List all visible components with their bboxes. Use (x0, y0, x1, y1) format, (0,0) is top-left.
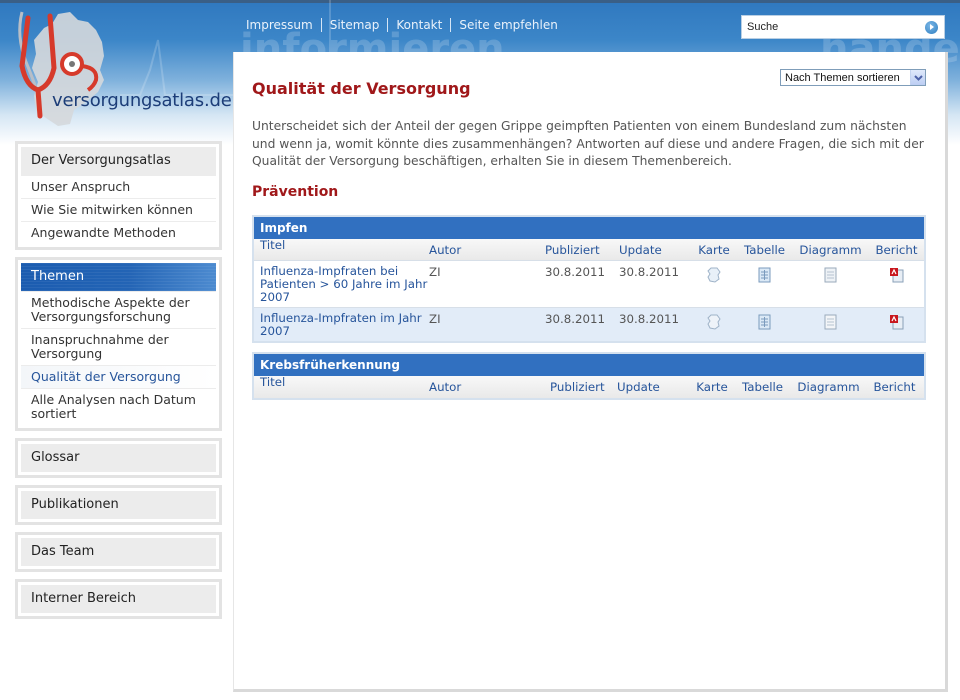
pdf-report-icon[interactable] (889, 267, 904, 286)
sidebar-item-unser-anspruch[interactable]: Unser Anspruch (21, 175, 216, 198)
germany-map-stethoscope-icon (18, 11, 104, 126)
col-titel[interactable]: Titel (254, 376, 429, 398)
table-row: Influenza-Impfraten im Jahr 2007 ZI 30.8… (254, 308, 924, 341)
logo-text: versorgungsatlas.de (52, 90, 232, 111)
nav-sitemap[interactable]: Sitemap (320, 18, 388, 32)
sidebar-box-glossar: Glossar (15, 438, 222, 478)
col-bericht: Bericht (873, 380, 916, 394)
sidebar: Der Versorgungsatlas Unser Anspruch Wie … (15, 141, 222, 626)
col-diagramm: Diagramm (799, 243, 862, 257)
chart-document-icon[interactable] (824, 267, 837, 286)
sidebar-box-intern: Interner Bereich (15, 579, 222, 619)
table-column-headers: Titel Autor Publiziert Update Karte Tabe… (254, 376, 924, 398)
col-karte: Karte (698, 243, 730, 257)
col-tabelle: Tabelle (743, 243, 786, 257)
search-submit-icon[interactable] (925, 20, 938, 34)
search-box (741, 15, 945, 39)
chart-document-icon[interactable] (824, 314, 837, 333)
col-autor[interactable]: Autor (429, 376, 546, 398)
main-content: Nach Themen sortieren Qualität der Verso… (233, 52, 948, 692)
table-heading: Krebsfrüherkennung (254, 354, 924, 376)
table-heading: Impfen (254, 217, 924, 239)
col-update[interactable]: Update (617, 376, 689, 398)
row-title-link[interactable]: Influenza-Impfraten im Jahr 2007 (260, 311, 422, 338)
sort-select-value: Nach Themen sortieren (785, 71, 900, 84)
top-navigation: Impressum Sitemap Kontakt Seite empfehle… (246, 18, 566, 32)
sidebar-item-methoden[interactable]: Angewandte Methoden (21, 221, 216, 244)
section-title-praevention: Prävention (252, 184, 339, 200)
sidebar-item-alle-analysen[interactable]: Alle Analysen nach Datum sortiert (21, 388, 216, 425)
pdf-report-icon[interactable] (889, 314, 904, 333)
table-row: Influenza-Impfraten bei Patienten > 60 J… (254, 261, 924, 308)
table-document-icon[interactable] (758, 314, 771, 333)
sidebar-heading-versorgungsatlas[interactable]: Der Versorgungsatlas (21, 147, 216, 175)
map-icon[interactable] (707, 267, 721, 286)
row-autor: ZI (429, 265, 441, 279)
nav-seite-empfehlen[interactable]: Seite empfehlen (450, 18, 565, 32)
col-publiziert[interactable]: Publiziert (545, 239, 619, 260)
table-document-icon[interactable] (758, 267, 771, 286)
sidebar-interner-bereich[interactable]: Interner Bereich (21, 585, 216, 613)
col-tabelle: Tabelle (741, 380, 784, 394)
page-title: Qualität der Versorgung (252, 79, 471, 98)
col-publiziert[interactable]: Publiziert (546, 376, 617, 398)
row-update: 30.8.2011 (619, 265, 680, 279)
sidebar-box-publikationen: Publikationen (15, 485, 222, 525)
sidebar-box-versorgungsatlas: Der Versorgungsatlas Unser Anspruch Wie … (15, 141, 222, 250)
row-publiziert: 30.8.2011 (545, 312, 606, 326)
row-autor: ZI (429, 312, 441, 326)
table-impfen: Impfen Titel Autor Publiziert Update Kar… (252, 215, 926, 343)
map-icon[interactable] (707, 314, 721, 333)
row-update: 30.8.2011 (619, 312, 680, 326)
sidebar-box-themen: Themen Methodische Aspekte der Versorgun… (15, 257, 222, 431)
row-title-link[interactable]: Influenza-Impfraten bei Patienten > 60 J… (260, 264, 427, 304)
site-logo[interactable]: versorgungsatlas.de (6, 6, 232, 130)
sort-select[interactable]: Nach Themen sortieren (780, 69, 926, 86)
col-bericht: Bericht (875, 243, 918, 257)
nav-impressum[interactable]: Impressum (246, 18, 321, 32)
row-publiziert: 30.8.2011 (545, 265, 606, 279)
col-diagramm: Diagramm (797, 380, 860, 394)
col-update[interactable]: Update (619, 239, 691, 260)
table-krebsfrueherkennung: Krebsfrüherkennung Titel Autor Publizier… (252, 352, 926, 400)
sidebar-glossar[interactable]: Glossar (21, 444, 216, 472)
sidebar-item-qualitaet[interactable]: Qualität der Versorgung (21, 365, 216, 388)
sidebar-das-team[interactable]: Das Team (21, 538, 216, 566)
intro-text: Unterscheidet sich der Anteil der gegen … (252, 119, 924, 168)
sidebar-item-mitwirken[interactable]: Wie Sie mitwirken können (21, 198, 216, 221)
sidebar-box-team: Das Team (15, 532, 222, 572)
sidebar-publikationen[interactable]: Publikationen (21, 491, 216, 519)
chevron-down-icon[interactable] (910, 70, 925, 85)
col-karte: Karte (696, 380, 728, 394)
sidebar-item-methodische-aspekte[interactable]: Methodische Aspekte der Versorgungsforsc… (21, 291, 216, 328)
col-titel[interactable]: Titel (254, 239, 429, 260)
nav-kontakt[interactable]: Kontakt (387, 18, 450, 32)
sidebar-heading-themen[interactable]: Themen (21, 263, 216, 291)
table-column-headers: Titel Autor Publiziert Update Karte Tabe… (254, 239, 924, 261)
search-input[interactable] (742, 17, 925, 37)
sidebar-item-inanspruchnahme[interactable]: Inanspruchnahme der Versorgung (21, 328, 216, 365)
col-autor[interactable]: Autor (429, 239, 545, 260)
